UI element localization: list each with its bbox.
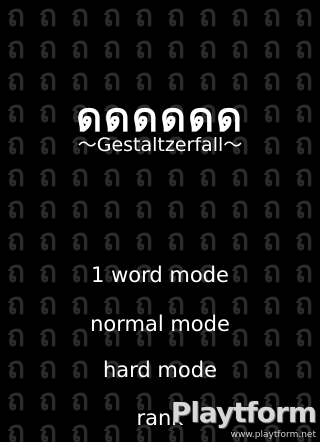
background-glyph: ถ [135, 31, 153, 66]
background-glyph: ถ [199, 63, 217, 98]
background-glyph: ถ [39, 159, 57, 194]
background-glyph: ถ [199, 159, 217, 194]
background-glyph: ถ [263, 0, 281, 34]
background-glyph: ถ [103, 31, 121, 66]
menu-item-hard-mode[interactable]: hard mode [0, 357, 320, 383]
background-glyph: ถ [231, 63, 249, 98]
background-glyph: ถ [39, 191, 57, 226]
menu-item-normal-mode[interactable]: normal mode [0, 311, 320, 337]
background-glyph: ถ [167, 223, 185, 258]
background-glyph: ถ [263, 31, 281, 66]
background-glyph: ถ [103, 159, 121, 194]
background-glyph: ถ [295, 63, 313, 98]
background-glyph: ถ [295, 159, 313, 194]
background-glyph: ถ [135, 191, 153, 226]
background-glyph: ถ [135, 223, 153, 258]
background-glyph: ถ [39, 223, 57, 258]
background-glyph: ถ [103, 191, 121, 226]
background-glyph: ถ [231, 223, 249, 258]
background-glyph: ถ [71, 31, 89, 66]
background-glyph: ถ [71, 223, 89, 258]
background-glyph: ถ [71, 191, 89, 226]
background-glyph: ถ [231, 0, 249, 34]
background-glyph: ถ [7, 63, 25, 98]
background-glyph: ถ [7, 159, 25, 194]
background-glyph: ถ [103, 0, 121, 34]
background-glyph: ถ [39, 31, 57, 66]
background-glyph: ถ [167, 159, 185, 194]
background-glyph: ถ [135, 0, 153, 34]
background-glyph: ถ [231, 31, 249, 66]
background-glyph: ถ [7, 31, 25, 66]
background-glyph: ถ [199, 223, 217, 258]
watermark-brand: Playtform [170, 396, 317, 429]
background-glyph: ถ [231, 191, 249, 226]
background-glyph: ถ [263, 191, 281, 226]
background-glyph: ถ [231, 159, 249, 194]
background-glyph: ถ [167, 191, 185, 226]
background-glyph: ถ [7, 223, 25, 258]
background-glyph: ถ [7, 191, 25, 226]
background-glyph: ถ [263, 223, 281, 258]
background-glyph: ถ [103, 63, 121, 98]
menu-item-1-word-mode[interactable]: 1 word mode [0, 262, 320, 288]
background-glyph: ถ [295, 0, 313, 34]
game-title-screen: ถถถถถถถถถถถถถถถถถถถถถถถถถถถถถถถถถถถถถถถถ… [0, 0, 320, 442]
background-glyph: ถ [71, 159, 89, 194]
background-glyph: ถ [103, 223, 121, 258]
background-glyph: ถ [71, 63, 89, 98]
background-glyph: ถ [199, 31, 217, 66]
background-glyph: ถ [295, 191, 313, 226]
background-glyph: ถ [7, 0, 25, 34]
background-glyph: ถ [263, 63, 281, 98]
background-glyph: ถ [167, 31, 185, 66]
background-glyph: ถ [39, 0, 57, 34]
background-glyph: ถ [71, 0, 89, 34]
background-glyph: ถ [167, 63, 185, 98]
background-glyph: ถ [135, 63, 153, 98]
background-glyph: ถ [167, 0, 185, 34]
playtform-watermark: Playtform www.playtform.net [168, 396, 320, 442]
background-glyph: ถ [295, 31, 313, 66]
background-glyph: ถ [135, 159, 153, 194]
background-glyph: ถ [39, 63, 57, 98]
game-subtitle: 〜Gestaltzerfall〜 [77, 134, 243, 156]
background-glyph: ถ [199, 0, 217, 34]
watermark-url: www.playtform.net [230, 430, 316, 440]
background-glyph: ถ [295, 223, 313, 258]
background-glyph: ถ [263, 159, 281, 194]
background-glyph: ถ [199, 191, 217, 226]
